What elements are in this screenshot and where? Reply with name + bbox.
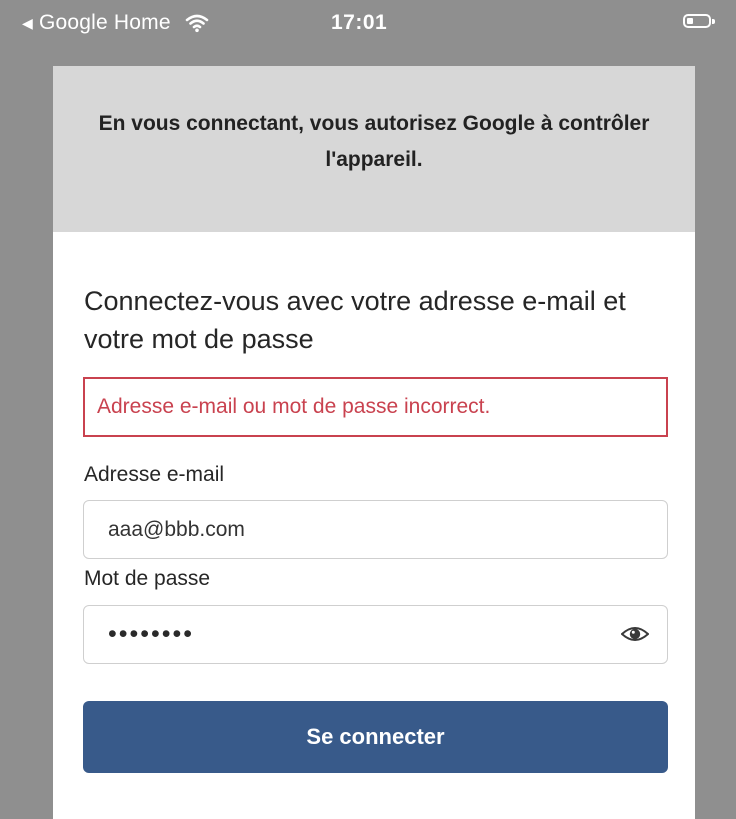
email-value: aaa@bbb.com	[108, 517, 245, 541]
status-time: 17:01	[331, 11, 388, 34]
email-label: Adresse e-mail	[84, 463, 225, 486]
error-alert: Adresse e-mail ou mot de passe incorrect…	[83, 377, 668, 437]
battery-icon	[683, 14, 711, 28]
wifi-icon	[185, 14, 209, 33]
login-dialog: En vous connectant, vous autorisez Googl…	[53, 66, 695, 819]
password-value: ••••••••	[108, 620, 195, 648]
login-button[interactable]: Se connecter	[83, 701, 668, 773]
battery-tip	[712, 19, 715, 24]
error-message: Adresse e-mail ou mot de passe incorrect…	[97, 395, 491, 418]
password-label: Mot de passe	[84, 567, 211, 590]
back-arrow-icon: ◀	[22, 15, 33, 31]
login-button-label: Se connecter	[306, 724, 445, 749]
status-bar: ◀ Google Home 17:01	[0, 0, 736, 44]
form-title: Connectez-vous avec votre adresse e-mail…	[84, 286, 626, 354]
dialog-header: En vous connectant, vous autorisez Googl…	[53, 66, 695, 232]
back-app-label: Google Home	[38, 11, 171, 34]
eye-icon[interactable]	[621, 624, 649, 644]
email-field[interactable]: aaa@bbb.com	[83, 500, 668, 559]
password-field[interactable]: ••••••••	[83, 605, 668, 664]
back-to-app-link[interactable]: ◀ Google Home	[22, 11, 209, 35]
consent-notice: En vous connectant, vous autorisez Googl…	[98, 112, 650, 171]
